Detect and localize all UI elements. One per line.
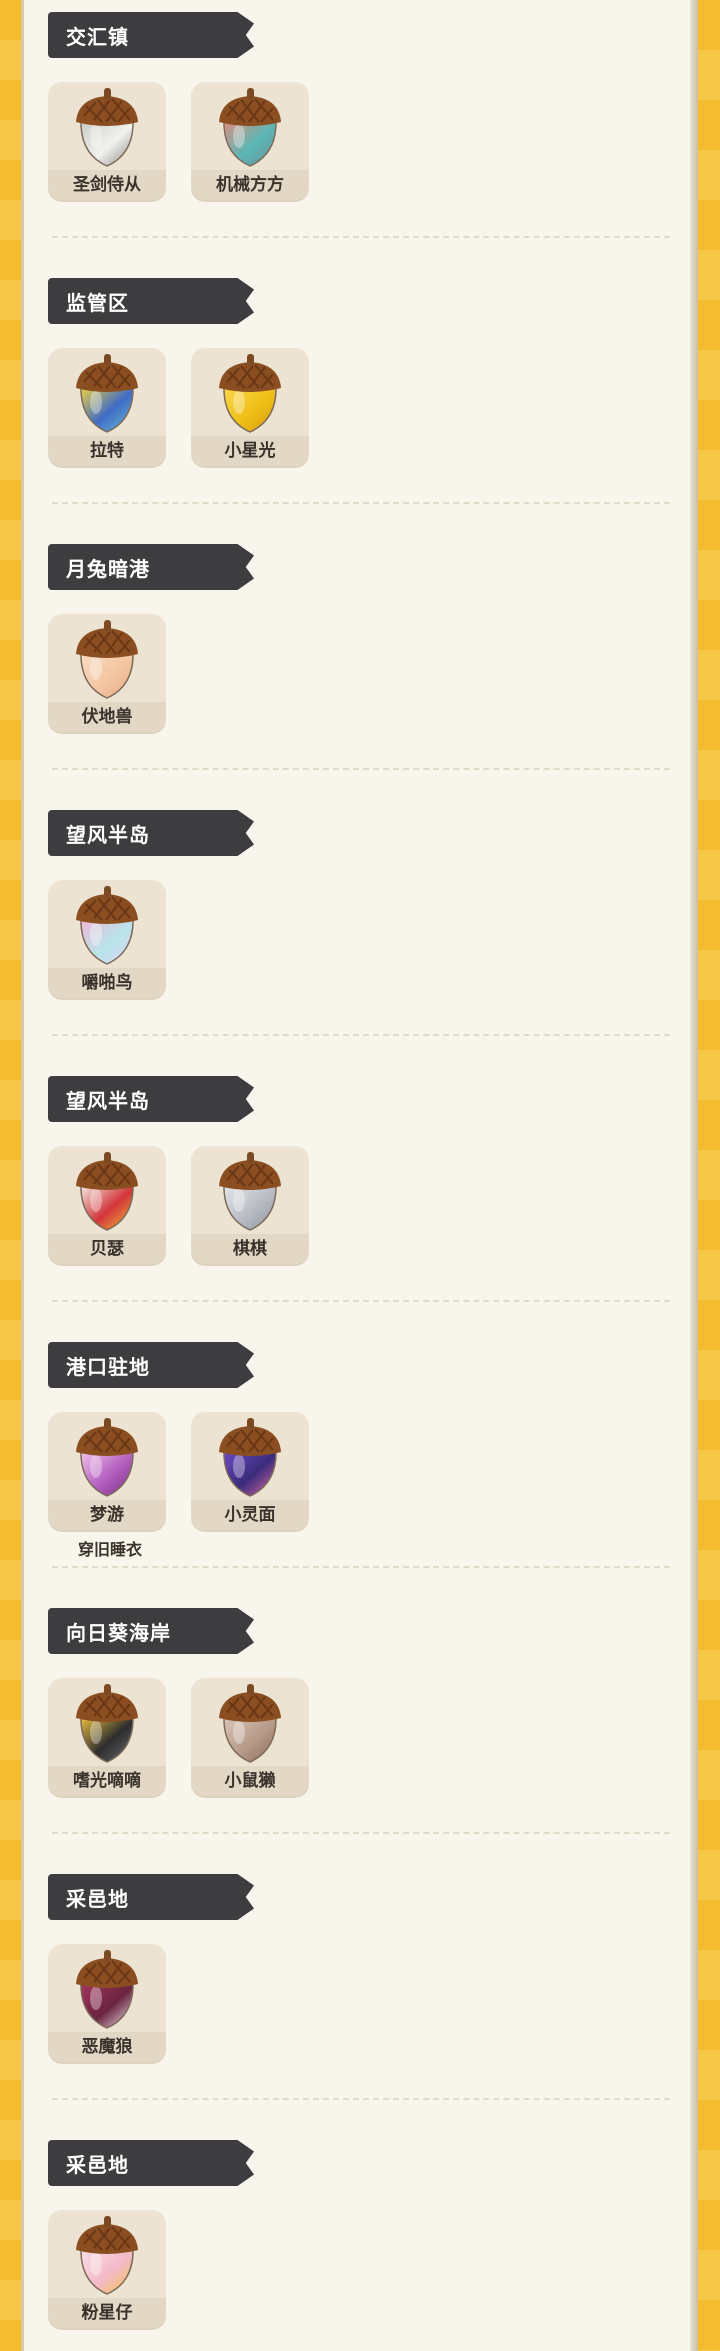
card-label: 嚼啪鸟 xyxy=(48,968,166,998)
card-label: 小星光 xyxy=(191,436,309,466)
card-label: 伏地兽 xyxy=(48,702,166,732)
collection-card[interactable]: 小星光 xyxy=(191,348,309,466)
region-header: 港口驻地 xyxy=(48,1342,254,1388)
acorn-dark-star-icon xyxy=(72,1948,142,2030)
page-shadow xyxy=(690,0,698,2351)
region-header: 采邑地 xyxy=(48,1874,254,1920)
section-divider xyxy=(52,1832,670,1834)
collection-card[interactable]: 伏地兽 xyxy=(48,614,166,732)
region-header: 向日葵海岸 xyxy=(48,1608,254,1654)
region-title: 交汇镇 xyxy=(66,25,129,49)
acorn-brown-icon xyxy=(215,1682,285,1764)
card-label: 棋棋 xyxy=(191,1234,309,1264)
collection-card[interactable]: 小灵面 xyxy=(191,1412,309,1530)
section-divider xyxy=(52,1034,670,1036)
acorn-checker-icon xyxy=(215,86,285,168)
collection-card[interactable]: 梦游 xyxy=(48,1412,166,1530)
acorn-galaxy-icon xyxy=(215,1416,285,1498)
section-divider xyxy=(52,1566,670,1568)
acorn-white-swirl-icon xyxy=(72,86,142,168)
acorn-star-icon xyxy=(215,352,285,434)
item-note: 穿旧睡衣 xyxy=(78,1540,143,1559)
region-title: 采邑地 xyxy=(66,1887,129,1911)
card-label: 粉星仔 xyxy=(48,2298,166,2328)
region-title: 监管区 xyxy=(66,291,129,315)
card-label: 小灵面 xyxy=(191,1500,309,1530)
acorn-peach-icon xyxy=(72,618,142,700)
region-header: 采邑地 xyxy=(48,2140,254,2186)
region-title: 望风半岛 xyxy=(66,1089,150,1113)
acorn-silver-icon xyxy=(215,1150,285,1232)
region-title: 港口驻地 xyxy=(66,1355,150,1379)
card-label: 嗜光嘀嘀 xyxy=(48,1766,166,1796)
section-divider xyxy=(52,236,670,238)
section-divider xyxy=(52,502,670,504)
collection-card[interactable]: 粉星仔 xyxy=(48,2210,166,2328)
region-header: 望风半岛 xyxy=(48,1076,254,1122)
acorn-red-white-icon xyxy=(72,1150,142,1232)
card-label: 梦游 xyxy=(48,1500,166,1530)
section-divider xyxy=(52,1300,670,1302)
collection-card[interactable]: 小鼠獭 xyxy=(191,1678,309,1796)
left-page-edge xyxy=(0,0,26,2351)
card-label: 贝瑟 xyxy=(48,1234,166,1264)
region-header: 望风半岛 xyxy=(48,810,254,856)
region-title: 月兔暗港 xyxy=(66,557,150,581)
region-title: 采邑地 xyxy=(66,2153,129,2177)
acorn-black-yellow-icon xyxy=(72,1682,142,1764)
collection-card[interactable]: 棋棋 xyxy=(191,1146,309,1264)
card-label: 机械方方 xyxy=(191,170,309,200)
collection-card[interactable]: 拉特 xyxy=(48,348,166,466)
section-divider xyxy=(52,2098,670,2100)
collection-card[interactable]: 恶魔狼 xyxy=(48,1944,166,2062)
card-label: 恶魔狼 xyxy=(48,2032,166,2062)
card-label: 圣剑侍从 xyxy=(48,170,166,200)
collection-card[interactable]: 机械方方 xyxy=(191,82,309,200)
acorn-stripe-icon xyxy=(72,352,142,434)
collection-card[interactable]: 贝瑟 xyxy=(48,1146,166,1264)
region-title: 向日葵海岸 xyxy=(66,1621,171,1645)
collection-card[interactable]: 圣剑侍从 xyxy=(48,82,166,200)
acorn-pastel-icon xyxy=(72,884,142,966)
acorn-purple-swirl-icon xyxy=(72,1416,142,1498)
section-divider xyxy=(52,768,670,770)
right-page-edge xyxy=(698,0,720,2351)
collection-card[interactable]: 嚼啪鸟 xyxy=(48,880,166,998)
card-label: 拉特 xyxy=(48,436,166,466)
acorn-pink-star-icon xyxy=(72,2214,142,2296)
collection-card[interactable]: 嗜光嘀嘀 xyxy=(48,1678,166,1796)
region-header: 月兔暗港 xyxy=(48,544,254,590)
card-label: 小鼠獭 xyxy=(191,1766,309,1796)
region-header: 监管区 xyxy=(48,278,254,324)
region-title: 望风半岛 xyxy=(66,823,150,847)
region-header: 交汇镇 xyxy=(48,12,254,58)
